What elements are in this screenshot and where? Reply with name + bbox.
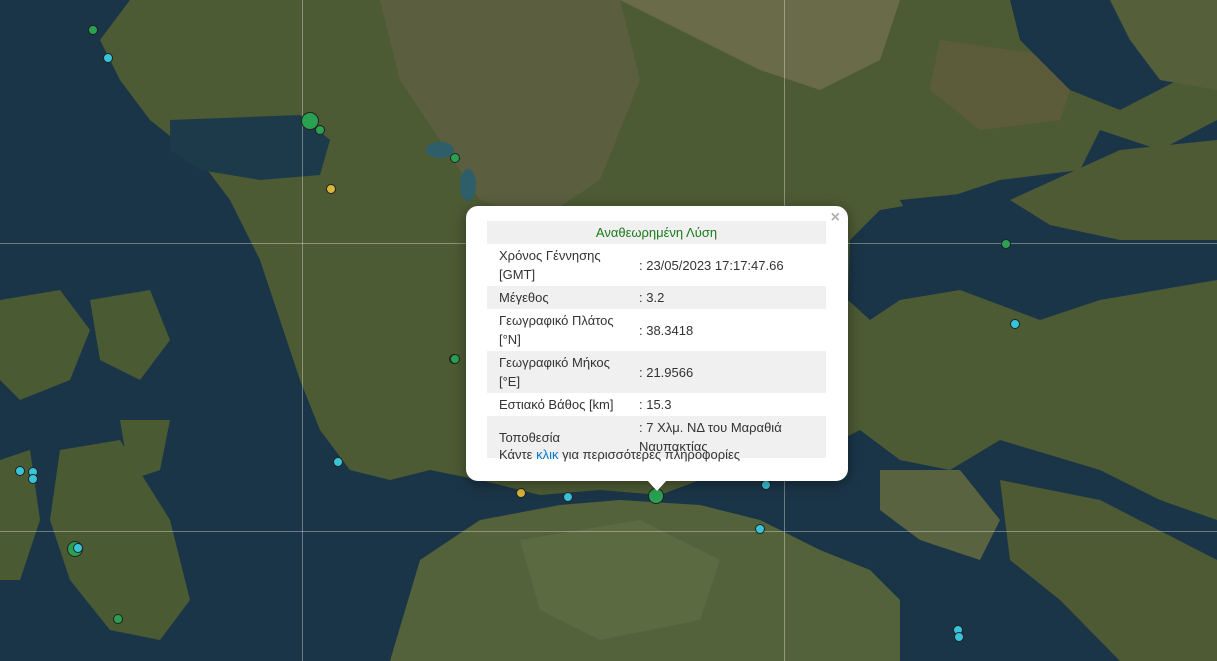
latitude-label: Γεωγραφικό Πλάτος [°N]: [499, 313, 614, 347]
longitude-value: : 21.9566: [627, 351, 826, 393]
earthquake-marker[interactable]: [28, 474, 38, 484]
earthquake-marker[interactable]: [15, 466, 25, 476]
earthquake-info-popup: × Αναθεωρημένη Λύση Χρόνος Γέννησης [GMT…: [466, 206, 848, 481]
earthquake-details-table: Αναθεωρημένη Λύση Χρόνος Γέννησης [GMT] …: [487, 221, 826, 458]
earthquake-marker[interactable]: [315, 125, 325, 135]
earthquake-marker[interactable]: [450, 354, 460, 364]
earthquake-marker[interactable]: [954, 632, 964, 642]
magnitude-label: Μέγεθος: [487, 286, 627, 309]
earthquake-marker[interactable]: [516, 488, 526, 498]
more-info-link[interactable]: κλικ: [536, 447, 558, 462]
popup-pointer: [647, 480, 667, 491]
earthquake-marker[interactable]: [113, 614, 123, 624]
earthquake-marker[interactable]: [755, 524, 765, 534]
origin-time-label: Χρόνος Γέννησης [GMT]: [499, 248, 601, 282]
longitude-label: Γεωγραφικό Μήκος [°E]: [487, 351, 627, 393]
earthquake-marker[interactable]: [1001, 239, 1011, 249]
latitude-value: : 38.3418: [639, 322, 694, 338]
more-info-prefix: Κάντε: [499, 447, 537, 462]
earthquake-marker[interactable]: [326, 184, 336, 194]
earthquake-marker[interactable]: [333, 457, 343, 467]
graticule-line: [302, 0, 303, 661]
earthquake-marker[interactable]: [563, 492, 573, 502]
depth-label: Εστιακό Βάθος [km]: [499, 397, 614, 412]
close-icon[interactable]: ×: [831, 210, 840, 226]
earthquake-marker[interactable]: [103, 53, 113, 63]
earthquake-marker[interactable]: [88, 25, 98, 35]
depth-value: : 15.3: [639, 397, 672, 412]
graticule-line: [0, 531, 1217, 532]
more-info-suffix: για περισσότερες πληροφορίες: [558, 447, 741, 462]
popup-title: Αναθεωρημένη Λύση: [487, 221, 826, 244]
earthquake-marker[interactable]: [450, 153, 460, 163]
origin-time-value: : 23/05/2023 17:17:47.66: [639, 257, 784, 273]
magnitude-value: : 3.2: [627, 286, 826, 309]
earthquake-marker[interactable]: [761, 480, 771, 490]
earthquake-marker[interactable]: [1010, 319, 1020, 329]
earthquake-marker[interactable]: [73, 543, 83, 553]
more-info-text: Κάντε κλικ για περισσότερες πληροφορίες: [499, 447, 740, 462]
